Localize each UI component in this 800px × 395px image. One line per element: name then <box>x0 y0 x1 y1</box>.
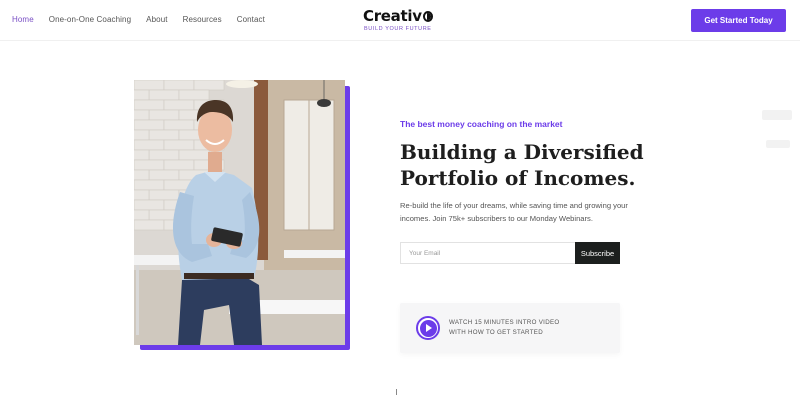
hero-headline: Building a Diversified Portfolio of Inco… <box>400 139 660 191</box>
email-input[interactable] <box>400 242 576 264</box>
main-nav: Home One-on-One Coaching About Resources… <box>12 15 280 24</box>
nav-item-one-on-one-coaching[interactable]: One-on-One Coaching <box>49 15 131 24</box>
faded-element <box>762 110 792 120</box>
nav-item-about[interactable]: About <box>146 15 167 24</box>
intro-video-card[interactable]: WATCH 15 MINUTES INTRO VIDEO WITH HOW TO… <box>400 303 620 353</box>
hero-subtext: Re-build the life of your dreams, while … <box>400 201 628 223</box>
get-started-button[interactable]: Get Started Today <box>691 9 786 32</box>
nav-item-contact[interactable]: Contact <box>237 15 265 24</box>
hero-eyebrow: The best money coaching on the market <box>400 119 563 129</box>
logo-text: Creativ <box>363 7 422 25</box>
hero-photo-illustration <box>134 80 345 345</box>
logo-mark-icon <box>422 10 433 22</box>
hero-photo <box>134 80 345 345</box>
video-caption-line-1: WATCH 15 MINUTES INTRO VIDEO <box>449 319 560 326</box>
logo-tagline: BUILD YOUR FUTURE <box>364 26 432 32</box>
play-button[interactable] <box>416 316 440 340</box>
hero-headline-line-2: Portfolio of Incomes. <box>400 166 636 190</box>
logo-wordmark: Creativ <box>363 7 433 25</box>
faded-element <box>766 140 790 148</box>
play-icon <box>419 319 437 337</box>
site-logo[interactable]: Creativ BUILD YOUR FUTURE <box>363 7 433 32</box>
video-caption-line-2: WITH HOW TO GET STARTED <box>449 329 543 336</box>
site-header: Home One-on-One Coaching About Resources… <box>0 0 800 41</box>
nav-item-resources[interactable]: Resources <box>183 15 222 24</box>
video-caption: WATCH 15 MINUTES INTRO VIDEO WITH HOW TO… <box>449 318 560 338</box>
play-triangle <box>426 324 432 332</box>
scroll-indicator <box>396 389 397 395</box>
subscribe-button[interactable]: Subscribe <box>575 242 620 264</box>
hero-headline-line-1: Building a Diversified <box>400 140 644 164</box>
nav-item-home[interactable]: Home <box>12 15 34 24</box>
